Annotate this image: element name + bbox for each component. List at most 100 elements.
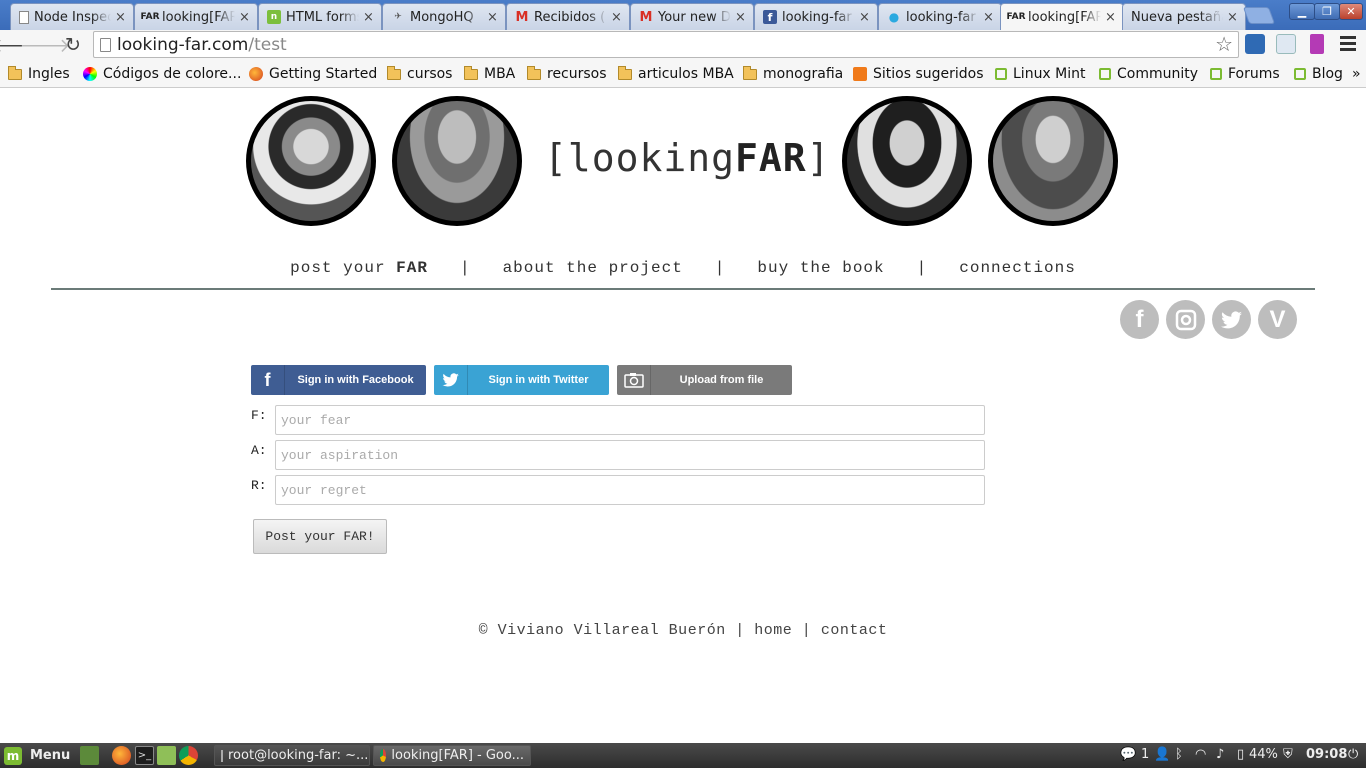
chrome-icon[interactable] (179, 746, 198, 765)
close-icon[interactable]: × (239, 10, 251, 25)
portrait-photo (988, 96, 1118, 226)
bookmark-recursos[interactable]: recursos (527, 64, 607, 84)
firefox-icon[interactable] (112, 746, 131, 765)
nav-buy-the-book[interactable]: buy the book (757, 259, 884, 277)
address-bar[interactable]: looking-far.com/test ☆ (93, 31, 1239, 58)
page-icon (19, 10, 29, 24)
bookmark-codigos[interactable]: Códigos de colore... (83, 64, 241, 84)
bookmark-label: articulos MBA (638, 66, 734, 82)
firefox-icon (249, 67, 263, 81)
bookmark-cursos[interactable]: cursos (387, 64, 452, 84)
bookmark-mba[interactable]: MBA (464, 64, 515, 84)
mint-logo-icon: m (4, 746, 22, 765)
folder-icon (8, 65, 22, 80)
wifi-icon[interactable]: ◠ (1195, 747, 1206, 762)
post-your-far-button[interactable]: Post your FAR! (253, 519, 387, 554)
bookmark-linux-mint[interactable]: Linux Mint (995, 64, 1086, 84)
regret-input[interactable] (275, 475, 985, 505)
extension-icon[interactable] (1245, 34, 1265, 54)
tab-title: Your new D (658, 9, 731, 25)
forward-button[interactable]: 🡒 (20, 33, 71, 57)
files-icon[interactable] (157, 746, 176, 765)
tab-mongohq[interactable]: ✈ MongoHQ × (382, 3, 506, 30)
shield-icon[interactable]: ⛨ (1283, 747, 1293, 762)
minimize-button[interactable]: ▁ (1289, 3, 1315, 20)
close-icon[interactable]: × (487, 10, 499, 25)
start-menu-button[interactable]: m Menu (4, 745, 70, 766)
terminal-icon[interactable]: >_ (135, 746, 154, 765)
taskbar-terminal-window[interactable]: root@looking-far: ~... (214, 745, 370, 766)
bookmark-articulos-mba[interactable]: articulos MBA (618, 64, 734, 84)
reload-button[interactable]: ↻ (61, 33, 85, 57)
aspiration-label: A: (251, 443, 267, 458)
tab-facebook[interactable]: f looking-far × (754, 3, 878, 30)
bookmark-ingles[interactable]: Ingles (8, 64, 70, 84)
upload-from-file-button[interactable]: Upload from file (617, 365, 792, 395)
camera-icon (617, 365, 651, 395)
close-icon[interactable]: × (115, 10, 127, 25)
tab-nueva-pestana[interactable]: Nueva pestaña × (1122, 3, 1246, 30)
mint-icon (995, 68, 1007, 80)
tab-twitter[interactable]: ● looking-far | × (878, 3, 1002, 30)
bookmarks-overflow-button[interactable]: » (1352, 64, 1361, 84)
user-icon[interactable]: 👤 (1154, 747, 1170, 762)
task-label: looking[FAR] - Goo... (391, 748, 524, 763)
volume-icon[interactable]: ♪ (1216, 747, 1224, 762)
close-icon[interactable]: × (983, 10, 995, 25)
gmail-icon: M (515, 9, 529, 25)
chrome-menu-button[interactable] (1340, 36, 1356, 54)
tab-lookingfar-active[interactable]: FAR looking[FAR] × (1000, 3, 1124, 30)
logo-text-bold: FAR (735, 136, 807, 180)
close-icon[interactable]: × (1105, 10, 1117, 25)
sign-in-twitter-button[interactable]: Sign in with Twitter (434, 365, 609, 395)
tab-node-inspector[interactable]: Node Inspector × (10, 3, 134, 30)
tab-html-forms[interactable]: n HTML forms × (258, 3, 382, 30)
taskbar-chrome-window[interactable]: looking[FAR] - Goo... (373, 745, 531, 766)
close-icon[interactable]: × (363, 10, 375, 25)
close-icon[interactable]: × (611, 10, 623, 25)
facebook-icon[interactable]: f (1120, 300, 1159, 339)
battery-icon[interactable]: ▯ (1237, 747, 1244, 762)
rss-extension-icon[interactable] (1276, 34, 1296, 54)
footer-home-link[interactable]: home (754, 622, 792, 639)
bluetooth-icon[interactable]: ᛒ (1175, 747, 1183, 762)
sign-in-facebook-button[interactable]: f Sign in with Facebook (251, 365, 426, 395)
bookmark-getting-started[interactable]: Getting Started (249, 64, 377, 84)
bookmark-community[interactable]: Community (1099, 64, 1198, 84)
tab-your-new[interactable]: M Your new D × (630, 3, 754, 30)
nav-about-the-project[interactable]: about the project (503, 259, 683, 277)
nav-post-your-far[interactable]: post your FAR (290, 259, 428, 277)
bookmarks-bar: Ingles Códigos de colore... Getting Star… (0, 61, 1366, 88)
show-desktop-icon[interactable] (80, 746, 99, 765)
bookmark-monografia[interactable]: monografia (743, 64, 843, 84)
bookmark-sitios-sugeridos[interactable]: Sitios sugeridos (853, 64, 984, 84)
notifications-icon[interactable]: 💬 (1120, 747, 1136, 762)
site-logo[interactable]: [lookingFAR] (544, 136, 831, 180)
tab-lookingfar-1[interactable]: FAR looking[FAR] × (134, 3, 258, 30)
fear-input[interactable] (275, 405, 985, 435)
phone-extension-icon[interactable] (1310, 34, 1324, 54)
browser-toolbar: 🡐 🡒 ↻ looking-far.com/test ☆ (0, 30, 1366, 61)
nav-connections[interactable]: connections (959, 259, 1076, 277)
close-icon[interactable]: × (735, 10, 747, 25)
window-close-button[interactable]: ✕ (1339, 3, 1363, 20)
system-menu-icon[interactable]: ⏻ (1348, 747, 1358, 762)
bookmark-forums[interactable]: Forums (1210, 64, 1280, 84)
close-icon[interactable]: × (1227, 10, 1239, 25)
nav-separator: | (459, 259, 471, 277)
bookmark-star-icon[interactable]: ☆ (1215, 32, 1233, 56)
new-tab-button[interactable] (1242, 7, 1276, 24)
portrait-photo (392, 96, 522, 226)
clock[interactable]: 09:08 (1306, 747, 1347, 762)
twitter-icon[interactable] (1212, 300, 1251, 339)
aspiration-input[interactable] (275, 440, 985, 470)
maximize-button[interactable]: ❐ (1314, 3, 1340, 20)
close-icon[interactable]: × (859, 10, 871, 25)
instagram-icon[interactable] (1166, 300, 1205, 339)
node-icon: n (267, 10, 281, 24)
tab-title: looking[FAR] (162, 9, 235, 25)
bookmark-blog[interactable]: Blog (1294, 64, 1343, 84)
tab-recibidos[interactable]: M Recibidos ( × (506, 3, 630, 30)
footer-contact-link[interactable]: contact (821, 622, 888, 639)
vimeo-icon[interactable]: V (1258, 300, 1297, 339)
